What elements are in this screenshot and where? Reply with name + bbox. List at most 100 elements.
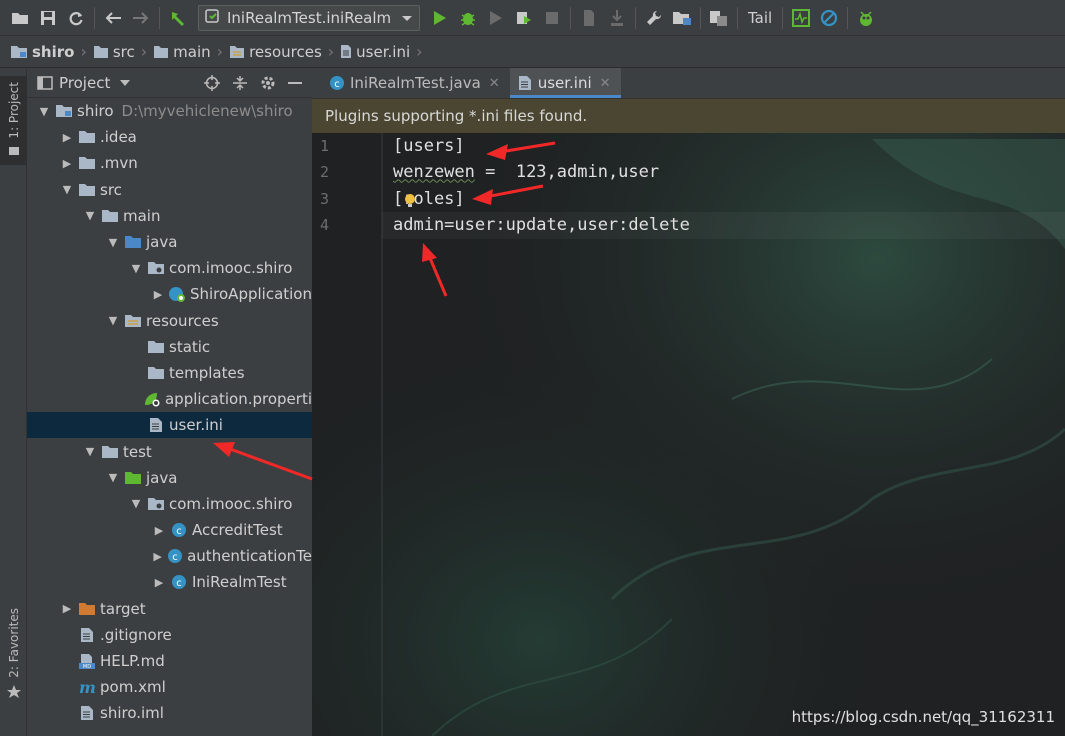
- forward-arrow-icon[interactable]: [127, 4, 155, 32]
- tool-tab-project[interactable]: 1: Project: [0, 76, 27, 165]
- breadcrumb-item-src[interactable]: src: [93, 43, 135, 61]
- build-hammer-icon[interactable]: [164, 4, 192, 32]
- chevron-down-icon: [401, 9, 413, 27]
- tree-item-static[interactable]: ▶static: [27, 334, 312, 360]
- close-icon[interactable]: ✕: [489, 76, 500, 91]
- collapse-all-icon[interactable]: [232, 75, 248, 91]
- android-bug-icon[interactable]: [852, 4, 880, 32]
- breadcrumb-item-resources[interactable]: resources: [229, 43, 322, 61]
- tree-item-shiro[interactable]: ▼ shiro D:\myvehiclenew\shiro: [27, 98, 312, 124]
- expand-arrow-right-icon[interactable]: ▶: [60, 157, 74, 170]
- breadcrumb-separator: ›: [416, 42, 423, 61]
- breadcrumb-item-shiro[interactable]: shiro: [10, 43, 74, 61]
- tree-item-accredittest[interactable]: ▶ c AccreditTest: [27, 517, 312, 543]
- breadcrumb-separator: ›: [80, 42, 87, 61]
- tree-item-label: java: [146, 468, 178, 487]
- locate-crosshair-icon[interactable]: [204, 74, 220, 91]
- expand-arrow-right-icon[interactable]: ▶: [152, 576, 166, 589]
- expand-arrow-down-icon[interactable]: ▼: [83, 445, 97, 458]
- save-icon[interactable]: [34, 4, 62, 32]
- close-icon[interactable]: ✕: [600, 76, 611, 91]
- tree-item-com-imooc-shiro[interactable]: ▼ com.imooc.shiro: [27, 491, 312, 517]
- debug-bug-icon[interactable]: [454, 4, 482, 32]
- tree-item-java[interactable]: ▼ java: [27, 465, 312, 491]
- tool-tab-favorites[interactable]: 2: Favorites: [0, 608, 27, 700]
- expand-arrow-down-icon[interactable]: ▼: [129, 497, 143, 510]
- expand-arrow-right-icon[interactable]: ▶: [60, 131, 74, 144]
- vcs-update-icon[interactable]: [575, 4, 603, 32]
- text-file-icon: [78, 705, 96, 721]
- tree-item-src[interactable]: ▼ src: [27, 177, 312, 203]
- expand-arrow-down-icon[interactable]: ▼: [83, 209, 97, 222]
- module-folder-icon: [11, 45, 27, 58]
- tree-item-templates[interactable]: ▶templates: [27, 360, 312, 386]
- code-line[interactable]: wenzewen = 123,admin,user: [393, 159, 1065, 185]
- tree-item-pom-xml[interactable]: ▶mpom.xml: [27, 674, 312, 700]
- tree-item-inirealmtest[interactable]: ▶ c IniRealmTest: [27, 569, 312, 595]
- stop-icon[interactable]: [538, 4, 566, 32]
- expand-arrow-right-icon[interactable]: ▶: [152, 288, 164, 301]
- lightbulb-icon[interactable]: [403, 191, 417, 217]
- back-arrow-icon[interactable]: [99, 4, 127, 32]
- plugin-suggestion-banner[interactable]: Plugins supporting *.ini files found.: [312, 99, 1065, 133]
- code-content[interactable]: [users] wenzewen = 123,admin,user [roles] a…: [382, 133, 1065, 239]
- code-line[interactable]: [roles]: [393, 186, 1065, 212]
- settings-wrench-icon[interactable]: [640, 4, 668, 32]
- tree-item-idea[interactable]: ▶ .idea: [27, 124, 312, 150]
- sdk-manager-icon[interactable]: [705, 4, 733, 32]
- tree-item-gitignore[interactable]: ▶.gitignore: [27, 622, 312, 648]
- code-line[interactable]: [users]: [393, 133, 1065, 159]
- project-structure-icon[interactable]: [668, 4, 696, 32]
- package-icon: [147, 260, 165, 276]
- tree-item-application-properti[interactable]: ▶application.properti: [27, 386, 312, 412]
- run-configuration-select[interactable]: IniRealmTest.iniRealm: [198, 4, 420, 31]
- line-number: 3: [320, 189, 330, 208]
- project-panel-header: Project: [27, 68, 312, 98]
- gear-icon[interactable]: [260, 75, 276, 91]
- line-number: 4: [320, 216, 330, 235]
- tree-item-main[interactable]: ▼ main: [27, 203, 312, 229]
- expand-arrow-down-icon[interactable]: ▼: [60, 183, 74, 196]
- tree-item-test[interactable]: ▼ test: [27, 438, 312, 464]
- expand-arrow-down-icon[interactable]: ▼: [106, 236, 120, 249]
- profile-icon[interactable]: [510, 4, 538, 32]
- tail-button[interactable]: Tail: [748, 9, 772, 27]
- disable-circle-icon[interactable]: [815, 4, 843, 32]
- tree-item-resources[interactable]: ▼ resources: [27, 308, 312, 334]
- breadcrumb-item-main[interactable]: main: [153, 43, 211, 61]
- expand-arrow-down-icon[interactable]: ▼: [129, 262, 143, 275]
- expand-arrow-down-icon[interactable]: ▼: [106, 314, 120, 327]
- run-icon[interactable]: [426, 4, 454, 32]
- code-line[interactable]: admin=user:update,user:delete: [382, 212, 1065, 239]
- editor-tab-inirealmtest-java[interactable]: c IniRealmTest.java ✕: [322, 68, 510, 98]
- text-file-icon: [516, 75, 534, 91]
- tree-item-com-imooc-shiro[interactable]: ▼ com.imooc.shiro: [27, 255, 312, 281]
- tree-item-user-ini[interactable]: ▶user.ini: [27, 412, 312, 439]
- tree-item-target[interactable]: ▶ target: [27, 596, 312, 622]
- tree-item-help-md[interactable]: ▶MDHELP.md: [27, 648, 312, 674]
- breadcrumb-item-user-ini[interactable]: user.ini: [340, 43, 410, 61]
- tree-item-shiro-iml[interactable]: ▶shiro.iml: [27, 700, 312, 726]
- tree-item-java[interactable]: ▼ java: [27, 229, 312, 255]
- vcs-commit-icon[interactable]: [603, 4, 631, 32]
- editor-tab-user-ini[interactable]: user.ini ✕: [509, 68, 621, 98]
- project-view-select[interactable]: Project: [59, 74, 110, 92]
- junit-icon: [205, 8, 221, 28]
- class-icon: c: [170, 574, 188, 590]
- run-with-coverage-icon[interactable]: [482, 4, 510, 32]
- tree-item-authenticationte[interactable]: ▶ c authenticationTe: [27, 543, 312, 569]
- code-editor[interactable]: Plugins supporting *.ini files found. 1 2…: [312, 99, 1065, 736]
- expand-arrow-right-icon[interactable]: ▶: [60, 602, 74, 615]
- tree-item-shiroapplication[interactable]: ▶ ShiroApplication: [27, 281, 312, 307]
- activity-monitor-icon[interactable]: [787, 4, 815, 32]
- expand-arrow-down-icon[interactable]: ▼: [37, 105, 51, 118]
- tree-item-mvn[interactable]: ▶ .mvn: [27, 150, 312, 176]
- sync-icon[interactable]: [62, 4, 90, 32]
- chevron-down-icon[interactable]: [120, 79, 131, 86]
- svg-text:c: c: [334, 79, 340, 90]
- minimize-icon[interactable]: [288, 81, 302, 85]
- expand-arrow-down-icon[interactable]: ▼: [106, 471, 120, 484]
- expand-arrow-right-icon[interactable]: ▶: [152, 550, 163, 563]
- open-folder-icon[interactable]: [6, 4, 34, 32]
- expand-arrow-right-icon[interactable]: ▶: [152, 524, 166, 537]
